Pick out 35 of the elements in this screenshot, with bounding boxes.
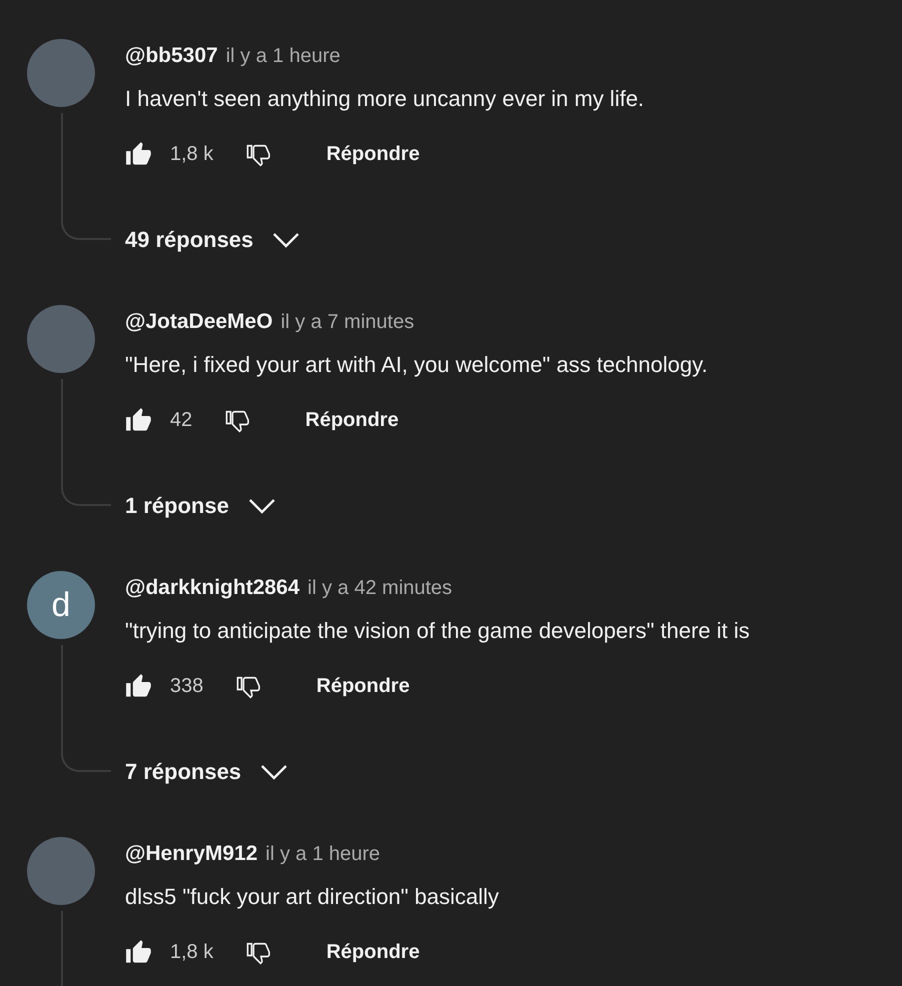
comment-time: il y a 42 minutes <box>308 576 452 600</box>
reply-button[interactable]: Répondre <box>310 932 436 972</box>
comment-text: "trying to anticipate the vision of the game developers" there it is <box>125 617 750 645</box>
reply-button[interactable]: Répondre <box>300 666 426 706</box>
username-link[interactable]: @darkknight2864 <box>125 576 300 600</box>
like-button[interactable] <box>125 140 152 168</box>
thumbs-up-icon <box>125 140 152 168</box>
like-button[interactable] <box>125 672 152 700</box>
username-link[interactable]: @JotaDeeMeO <box>125 310 273 334</box>
reply-button[interactable]: Répondre <box>289 400 415 440</box>
replies-toggle[interactable]: 49 réponses <box>125 220 302 260</box>
comment-text: dlss5 "fuck your art direction" basically <box>125 883 499 911</box>
chevron-down-icon <box>246 497 277 515</box>
replies-toggle[interactable]: 7 réponses <box>125 752 290 792</box>
like-count: 42 <box>170 408 192 432</box>
chevron-down-icon <box>259 763 290 781</box>
comment-time: il y a 7 minutes <box>280 310 414 334</box>
letter-avatar[interactable]: d <box>27 571 95 639</box>
like-count: 1,8 k <box>170 142 214 166</box>
chevron-down-icon <box>271 231 302 249</box>
like-button[interactable] <box>125 938 152 966</box>
username-link[interactable]: @HenryM912 <box>125 842 258 866</box>
thumbs-up-icon <box>125 938 152 966</box>
reply-button[interactable]: Répondre <box>310 134 436 174</box>
comment-time: il y a 1 heure <box>266 842 380 866</box>
like-button[interactable] <box>125 406 152 434</box>
comment-text: I haven't seen anything more uncanny ever in my life. <box>125 85 644 113</box>
like-count: 1,8 k <box>170 940 214 964</box>
thumbs-up-icon <box>125 406 152 434</box>
username-link[interactable]: @bb5307 <box>125 44 218 68</box>
thumbs-up-icon <box>125 672 152 700</box>
comment-text: "Here, i fixed your art with AI, you welcome" ass technology. <box>125 351 708 379</box>
comment-time: il y a 1 heure <box>226 44 340 68</box>
like-count: 338 <box>170 674 204 698</box>
replies-toggle[interactable]: 1 réponse <box>125 486 277 526</box>
